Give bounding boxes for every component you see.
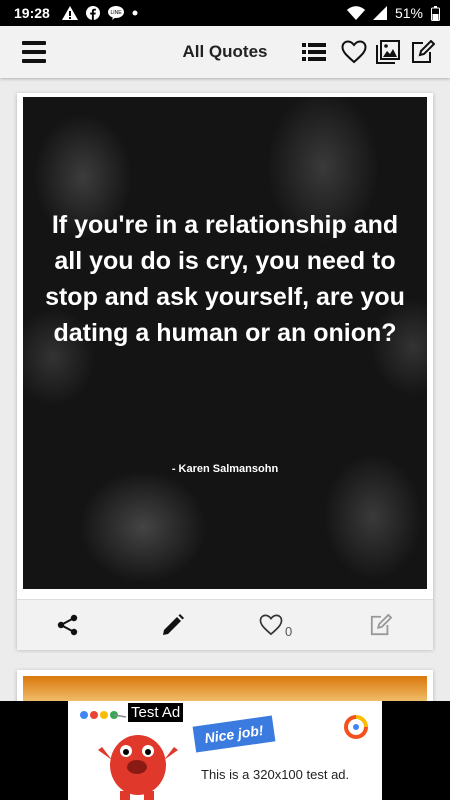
pencil-icon — [163, 614, 184, 635]
ad-label: Test Ad — [128, 703, 184, 722]
notification-dot-icon — [132, 10, 138, 16]
categories-button[interactable] — [296, 34, 332, 70]
line-icon: LINE — [107, 6, 124, 20]
like-count: 0 — [285, 623, 293, 639]
quote-text: If you're in a relationship and all you … — [45, 211, 405, 347]
adchoices-logo-icon — [344, 715, 368, 739]
menu-button[interactable] — [16, 34, 52, 70]
heart-outline-icon — [341, 40, 367, 64]
svg-text:LINE: LINE — [110, 10, 122, 16]
battery-percent: 51% — [394, 5, 423, 21]
compose-button[interactable] — [370, 610, 392, 640]
edit-note-icon — [370, 614, 392, 636]
favorites-button[interactable] — [336, 34, 372, 70]
status-time: 19:28 — [14, 5, 50, 21]
share-button[interactable] — [57, 610, 79, 640]
share-icon — [57, 614, 78, 636]
battery-icon — [431, 5, 440, 21]
like-button[interactable]: 0 — [259, 610, 292, 640]
warning-icon — [61, 6, 78, 20]
app-toolbar: All Quotes — [0, 26, 450, 78]
list-icon — [302, 43, 326, 61]
ad-banner[interactable]: Nice job! This is a 320x100 test ad. Tes… — [0, 701, 450, 800]
signal-icon — [372, 6, 387, 20]
gallery-button[interactable] — [370, 34, 406, 70]
ad-text: This is a 320x100 test ad. — [201, 767, 350, 782]
quote-author: - Karen Salmansohn — [171, 463, 279, 475]
wifi-icon — [346, 6, 365, 20]
ad-content[interactable]: Nice job! This is a 320x100 test ad. — [68, 701, 382, 800]
image-gallery-icon — [376, 40, 400, 64]
edit-note-icon — [412, 40, 435, 63]
facebook-icon — [85, 6, 100, 20]
hamburger-menu-icon — [22, 41, 46, 63]
ad-sign: Nice job! — [192, 715, 276, 753]
status-bar: 19:28 LINE 51% — [0, 0, 450, 26]
quote-card: If you're in a relationship and all you … — [17, 93, 433, 650]
quote-image[interactable]: If you're in a relationship and all you … — [23, 97, 427, 589]
write-quote-button[interactable] — [405, 34, 441, 70]
heart-outline-icon — [259, 614, 283, 636]
quote-actions-bar: 0 — [17, 599, 433, 650]
edit-button[interactable] — [162, 610, 184, 640]
